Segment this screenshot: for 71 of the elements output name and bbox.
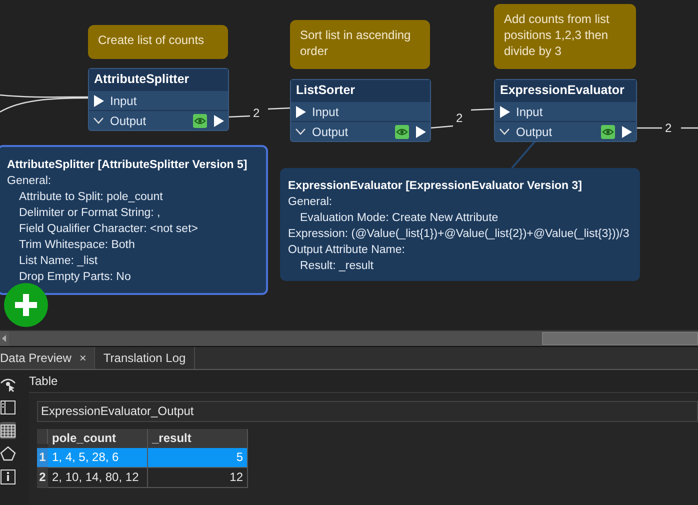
output-port-icon[interactable]	[213, 114, 224, 126]
transformer-node[interactable]: AttributeSplitter Input Output	[88, 68, 229, 131]
info-icon[interactable]	[0, 468, 16, 485]
input-port-icon[interactable]	[499, 106, 510, 118]
transformer-title: ListSorter	[291, 80, 430, 101]
input-port-icon[interactable]	[295, 106, 306, 118]
port-label: Input	[110, 94, 137, 108]
tooltip-line: Attribute to Split: pole_count	[18, 190, 164, 205]
row-number[interactable]: 2	[37, 468, 48, 488]
scroll-thumb[interactable]	[542, 332, 698, 345]
column-header[interactable]: _result	[148, 429, 248, 448]
panel-tab[interactable]: Data Preview ×	[0, 347, 96, 369]
tooltip-line: List Name: _list	[18, 254, 99, 269]
table-cell: 5	[148, 448, 248, 468]
transformer-node[interactable]: ListSorter Input Output	[290, 79, 431, 142]
form-icon[interactable]	[0, 399, 16, 416]
scroll-left-icon[interactable]	[0, 331, 9, 346]
tooltip-title: AttributeSplitter [AttributeSplitter Version 5]	[7, 158, 248, 173]
annotation-note[interactable]: Create list of counts	[88, 25, 228, 59]
transformer-title: AttributeSplitter	[89, 69, 228, 90]
header-corner	[37, 429, 48, 444]
eye-icon[interactable]	[395, 124, 409, 138]
tooltip-line: Field Qualifier Character: <not set>	[18, 222, 199, 237]
output-port-icon[interactable]	[415, 126, 426, 138]
chevron-icon[interactable]	[499, 128, 510, 135]
tooltip-title: ExpressionEvaluator [ExpressionEvaluator Version 3]	[288, 179, 583, 194]
eye-pointer-icon[interactable]	[0, 376, 16, 393]
close-icon[interactable]: ×	[79, 351, 86, 365]
tooltip-line: Result: _result	[299, 259, 375, 274]
port-label: Output	[516, 124, 552, 138]
pentagon-icon[interactable]	[0, 445, 16, 462]
connector-line	[636, 127, 662, 129]
eye-icon[interactable]	[601, 124, 615, 138]
transformer-node[interactable]: ExpressionEvaluator Input Output	[494, 79, 637, 142]
table-cell: 12	[148, 468, 248, 488]
port-label: Input	[516, 104, 543, 118]
chevron-icon[interactable]	[295, 128, 306, 135]
connector-line	[681, 127, 698, 129]
connector-line	[430, 125, 454, 129]
port-label: Output	[110, 114, 146, 128]
connector-line	[228, 115, 250, 118]
tooltip-line: Trim Whitespace: Both	[18, 238, 136, 253]
tooltip-line: General:	[7, 174, 52, 189]
horizontal-scrollbar[interactable]	[0, 330, 698, 347]
tooltip-line: Evaluation Mode: Create New Attribute	[299, 211, 500, 226]
input-port-icon[interactable]	[93, 94, 104, 106]
chevron-icon[interactable]	[93, 117, 104, 124]
feature-count: 2	[253, 106, 260, 120]
tooltip-line: Output Attribute Name:	[288, 243, 406, 258]
table-cell: 2, 10, 14, 80, 12	[48, 468, 148, 488]
tooltip-line: General:	[288, 195, 334, 210]
tooltip-line: Delimiter or Format String: ,	[18, 206, 162, 221]
table-cell: 1, 4, 5, 28, 6	[48, 448, 148, 468]
section-title: Table	[29, 373, 59, 390]
column-header[interactable]: pole_count	[48, 429, 148, 448]
feature-count: 2	[456, 111, 463, 125]
port-label: Output	[312, 124, 348, 138]
tooltip-line: Expression: (@Value(_list{1})+@Value(_list{2})+@Value(_list{3}))/3	[288, 227, 630, 242]
tooltip-line: Drop Empty Parts: No	[18, 270, 132, 285]
add-icon[interactable]	[4, 283, 48, 327]
grid-icon[interactable]	[0, 422, 16, 439]
feature-count: 2	[665, 121, 672, 135]
eye-icon[interactable]	[193, 114, 207, 128]
annotation-note[interactable]: Add counts from list positions 1,2,3 then divide by 3	[494, 4, 636, 69]
connector-line	[268, 107, 290, 110]
output-port-icon[interactable]	[621, 126, 632, 138]
transformer-title: ExpressionEvaluator	[495, 80, 636, 101]
connector-line	[470, 108, 494, 111]
table-selector[interactable]: ExpressionEvaluator_Output	[37, 401, 698, 422]
annotation-note[interactable]: Sort list in ascending order	[290, 20, 430, 69]
port-label: Input	[312, 104, 339, 118]
